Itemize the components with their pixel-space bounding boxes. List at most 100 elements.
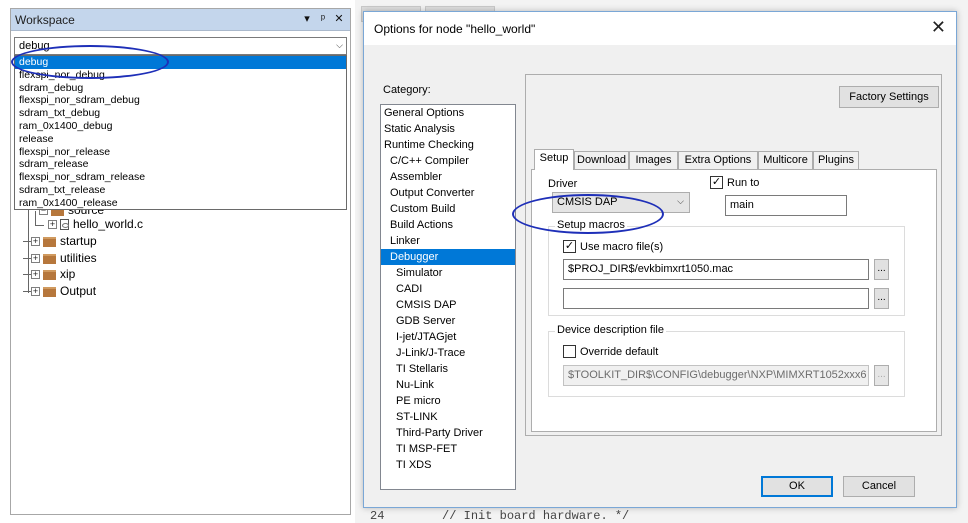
annotation-oval — [512, 194, 664, 234]
expand-icon[interactable]: + — [31, 237, 40, 247]
expand-icon[interactable]: + — [48, 220, 57, 230]
workspace-panel: Workspace ▾ ᵖ ✕ debug ⌵ debug flexspi_no… — [10, 8, 351, 515]
tree-item-file[interactable]: + hello_world.c — [48, 217, 143, 233]
workspace-title: Workspace — [15, 13, 75, 27]
category-static-analysis[interactable]: Static Analysis — [381, 121, 515, 137]
configuration-dropdown-list: debug flexspi_nor_debug sdram_debug flex… — [14, 55, 347, 210]
run-to-checkbox[interactable]: ✓ — [710, 176, 723, 189]
dialog-title: Options for node "hello_world" — [374, 22, 536, 36]
config-option[interactable]: release — [15, 133, 346, 146]
category-pe-micro[interactable]: PE micro — [381, 393, 515, 409]
category-nu-link[interactable]: Nu-Link — [381, 377, 515, 393]
device-description-input[interactable]: $TOOLKIT_DIR$\CONFIG\debugger\NXP\MIMXRT… — [563, 365, 869, 386]
macro-file-input-1[interactable]: $PROJ_DIR$/evkbimxrt1050.mac — [563, 259, 869, 280]
use-macro-label: Use macro file(s) — [580, 241, 664, 253]
tab-plugins[interactable]: Plugins — [813, 151, 859, 169]
browse-macro-button-2[interactable]: ... — [874, 288, 889, 309]
tab-setup[interactable]: Setup — [534, 149, 574, 170]
editor-code-line: 24 // Init board hardware. */ — [370, 509, 629, 523]
category-ijet[interactable]: I-jet/JTAGjet — [381, 329, 515, 345]
config-option[interactable]: flexspi_nor_sdram_debug — [15, 94, 346, 107]
category-ti-stellaris[interactable]: TI Stellaris — [381, 361, 515, 377]
category-st-link[interactable]: ST-LINK — [381, 409, 515, 425]
category-simulator[interactable]: Simulator — [381, 265, 515, 281]
macro-file-input-2[interactable] — [563, 288, 869, 309]
category-cadi[interactable]: CADI — [381, 281, 515, 297]
config-option[interactable]: ram_0x1400_release — [15, 197, 346, 210]
folder-icon — [43, 269, 56, 280]
config-option[interactable]: sdram_debug — [15, 82, 346, 95]
category-compiler[interactable]: C/C++ Compiler — [381, 153, 515, 169]
config-option[interactable]: flexspi_nor_release — [15, 146, 346, 159]
run-to-input[interactable]: main — [725, 195, 847, 216]
tab-extra-options[interactable]: Extra Options — [678, 151, 758, 169]
c-file-icon — [60, 219, 69, 231]
line-number: 24 — [370, 509, 385, 523]
dialog-titlebar: Options for node "hello_world" ✕ — [364, 12, 956, 45]
category-cmsis-dap[interactable]: CMSIS DAP — [381, 297, 515, 313]
tree-item-xip[interactable]: + xip — [23, 267, 75, 283]
close-icon[interactable]: ✕ — [332, 12, 346, 27]
expand-icon[interactable]: + — [31, 270, 40, 280]
category-jlink[interactable]: J-Link/J-Trace — [381, 345, 515, 361]
chevron-down-icon[interactable]: ⌵ — [336, 40, 343, 51]
config-option[interactable]: sdram_release — [15, 158, 346, 171]
category-third-party-driver[interactable]: Third-Party Driver — [381, 425, 515, 441]
ok-button[interactable]: OK — [761, 476, 833, 497]
tab-download[interactable]: Download — [574, 151, 629, 169]
tree-label: hello_world.c — [73, 217, 144, 231]
tree-label: xip — [60, 267, 76, 281]
category-output-converter[interactable]: Output Converter — [381, 185, 515, 201]
tab-images[interactable]: Images — [629, 151, 678, 169]
factory-settings-button[interactable]: Factory Settings — [839, 86, 939, 108]
browse-macro-button-1[interactable]: ... — [874, 259, 889, 280]
tree-item-startup[interactable]: + startup — [23, 234, 97, 250]
pin-icon[interactable]: ᵖ — [316, 12, 330, 27]
cancel-button[interactable]: Cancel — [843, 476, 915, 497]
tree-item-output[interactable]: + Output — [23, 284, 96, 300]
category-gdb-server[interactable]: GDB Server — [381, 313, 515, 329]
override-default-checkbox[interactable] — [563, 345, 576, 358]
category-list: General Options Static Analysis Runtime … — [380, 104, 516, 490]
config-option[interactable]: sdram_txt_release — [15, 184, 346, 197]
tree-item-utilities[interactable]: + utilities — [23, 251, 97, 267]
dropdown-icon[interactable]: ▾ — [300, 12, 314, 27]
close-icon[interactable]: ✕ — [931, 17, 946, 37]
category-build-actions[interactable]: Build Actions — [381, 217, 515, 233]
config-option[interactable]: ram_0x1400_debug — [15, 120, 346, 133]
category-custom-build[interactable]: Custom Build — [381, 201, 515, 217]
chevron-down-icon[interactable]: ⌵ — [677, 196, 684, 207]
annotation-oval — [11, 45, 169, 79]
category-ti-xds[interactable]: TI XDS — [381, 457, 515, 473]
tree-line — [35, 211, 36, 225]
use-macro-checkbox[interactable]: ✓ — [563, 240, 576, 253]
config-option[interactable]: flexspi_nor_sdram_release — [15, 171, 346, 184]
driver-label: Driver — [548, 178, 578, 190]
category-runtime-checking[interactable]: Runtime Checking — [381, 137, 515, 153]
tab-multicore[interactable]: Multicore — [758, 151, 813, 169]
config-option[interactable]: sdram_txt_debug — [15, 107, 346, 120]
code-text: // Init board hardware. */ — [442, 509, 630, 523]
category-assembler[interactable]: Assembler — [381, 169, 515, 185]
tree-label: startup — [60, 234, 97, 248]
category-label: Category: — [383, 84, 431, 96]
options-pane: Factory Settings Setup Download Images E… — [525, 74, 942, 436]
category-ti-msp-fet[interactable]: TI MSP-FET — [381, 441, 515, 457]
device-description-group: Device description file Override default… — [548, 324, 905, 397]
folder-icon — [43, 236, 56, 247]
device-description-title: Device description file — [555, 324, 666, 336]
override-default-label: Override default — [580, 346, 659, 358]
category-debugger[interactable]: Debugger — [381, 249, 515, 265]
browse-device-button[interactable]: ... — [874, 365, 889, 386]
tree-line — [35, 225, 44, 226]
expand-icon[interactable]: + — [31, 254, 40, 264]
folder-icon — [43, 286, 56, 297]
tree-label: Output — [60, 284, 97, 298]
tree-label: utilities — [60, 251, 97, 265]
category-general-options[interactable]: General Options — [381, 105, 515, 121]
run-to-label: Run to — [727, 177, 760, 189]
workspace-titlebar: Workspace ▾ ᵖ ✕ — [11, 9, 350, 31]
folder-icon — [43, 253, 56, 264]
expand-icon[interactable]: + — [31, 287, 40, 297]
category-linker[interactable]: Linker — [381, 233, 515, 249]
